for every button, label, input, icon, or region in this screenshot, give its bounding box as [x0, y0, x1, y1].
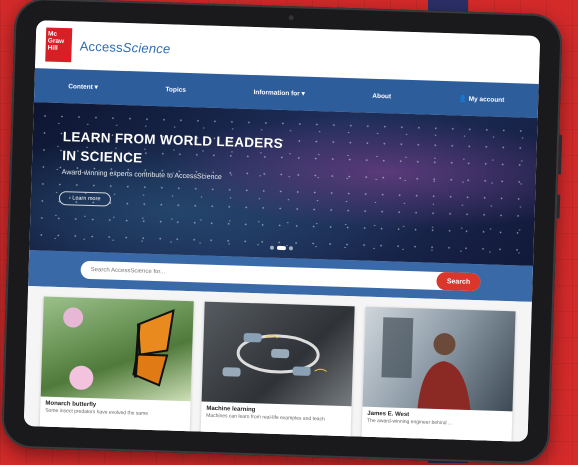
carousel-dot[interactable] — [269, 245, 275, 250]
portrait-image — [362, 306, 516, 412]
carousel-dot-active[interactable] — [276, 245, 287, 251]
nav-topics[interactable]: Topics — [165, 86, 186, 94]
portrait-illustration — [381, 317, 471, 411]
hero-title-line1: LEARN FROM WORLD LEADERS — [62, 129, 284, 151]
search-input[interactable] — [80, 265, 423, 285]
starfield — [29, 102, 538, 266]
tablet-device: Mc Graw Hill AccessScience Content ▾ Top… — [1, 0, 563, 465]
featured-cards: Monarch butterfly Some insect predators … — [23, 286, 532, 442]
hero-banner: LEARN FROM WORLD LEADERS IN SCIENCE Awar… — [29, 102, 538, 266]
brand-access: Access — [79, 38, 124, 55]
card-james-west[interactable]: James E. West The award-winning engineer… — [361, 306, 516, 442]
hero-title: LEARN FROM WORLD LEADERS IN SCIENCE — [62, 127, 283, 172]
my-account-label: My account — [468, 95, 505, 104]
nav-information-for[interactable]: Information for ▾ — [253, 88, 305, 98]
search-button[interactable]: Search — [436, 271, 481, 292]
butterfly-image — [40, 296, 194, 402]
nav-my-account[interactable]: 👤 My account — [459, 94, 505, 103]
nav-about[interactable]: About — [372, 92, 391, 100]
carousel-dot[interactable] — [288, 246, 294, 251]
cars-illustration — [222, 332, 327, 377]
nav-content[interactable]: Content ▾ — [68, 82, 98, 91]
carousel-dots — [269, 245, 294, 251]
hero-title-line2: IN SCIENCE — [62, 148, 143, 166]
screen: Mc Graw Hill AccessScience Content ▾ Top… — [23, 20, 541, 442]
learn-more-label: Learn more — [72, 195, 101, 203]
learn-more-button[interactable]: › Learn more — [58, 190, 111, 207]
card-machine-learning[interactable]: Machine learning Machines can learn from… — [200, 301, 355, 442]
brand-science: Science — [122, 39, 171, 56]
autonomous-cars-image — [201, 301, 355, 407]
camera-icon — [288, 15, 294, 21]
mcgraw-hill-logo[interactable]: Mc Graw Hill — [45, 27, 73, 63]
card-monarch-butterfly[interactable]: Monarch butterfly Some insect predators … — [39, 296, 194, 442]
search-field-wrap: Search — [80, 260, 481, 292]
butterfly-illustration — [63, 307, 175, 390]
accessscience-logo[interactable]: AccessScience — [79, 38, 170, 56]
